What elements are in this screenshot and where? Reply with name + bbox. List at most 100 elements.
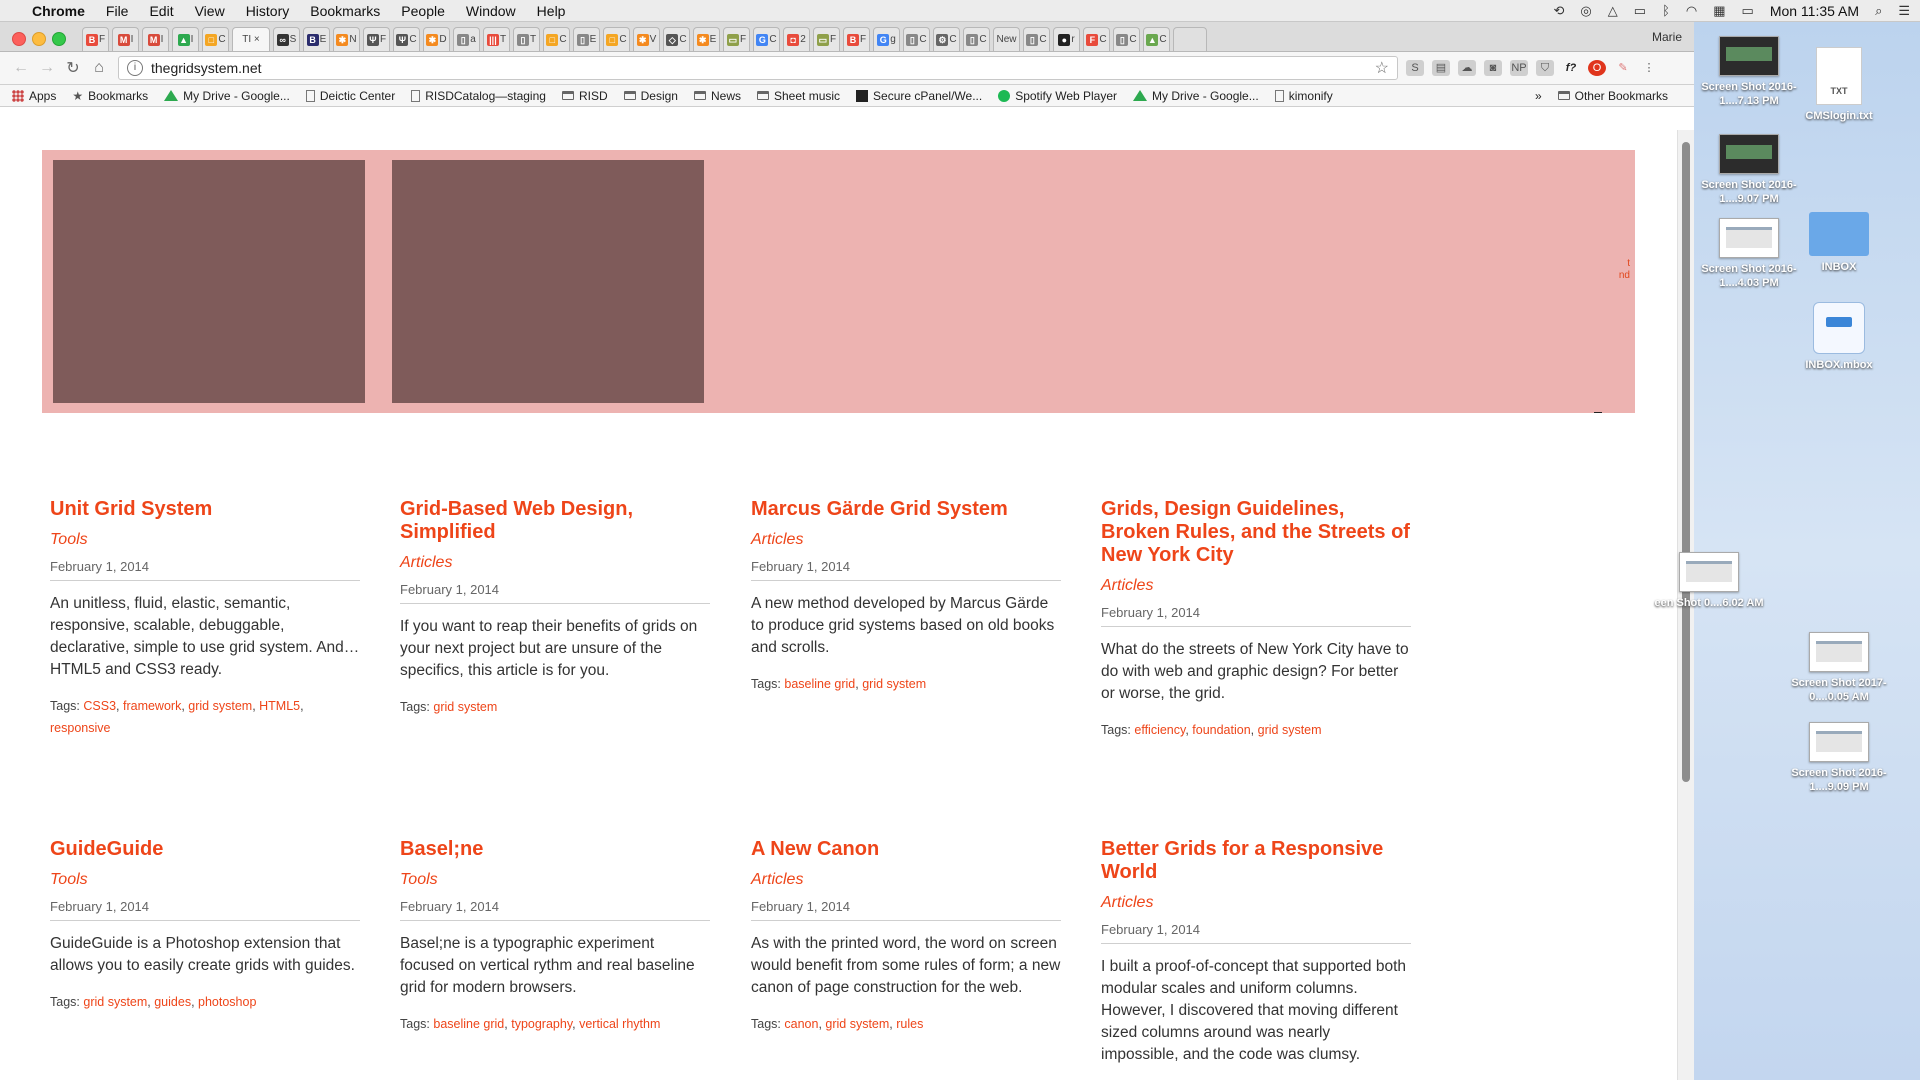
- bookmark-item[interactable]: My Drive - Google...: [1133, 89, 1259, 103]
- google-drive-icon[interactable]: △: [1608, 3, 1618, 19]
- browser-tab[interactable]: ✱ V: [633, 27, 660, 51]
- article-category-link[interactable]: Tools: [50, 531, 360, 549]
- airplay-icon[interactable]: ▭: [1634, 3, 1646, 19]
- menu-bookmarks[interactable]: Bookmarks: [310, 3, 380, 19]
- browser-tab[interactable]: ▯ C: [903, 27, 930, 51]
- browser-tab[interactable]: BE: [303, 27, 330, 51]
- tag-link[interactable]: grid system: [1258, 723, 1322, 737]
- browser-tab[interactable]: BF: [843, 27, 870, 51]
- extension-skype-icon[interactable]: S: [1406, 60, 1424, 76]
- extension-whatfont-icon[interactable]: f?: [1562, 60, 1580, 76]
- tag-link[interactable]: typography: [511, 1017, 572, 1031]
- article-title-link[interactable]: Basel;ne: [400, 838, 710, 861]
- tag-link[interactable]: vertical rhythm: [579, 1017, 660, 1031]
- menu-people[interactable]: People: [401, 3, 445, 19]
- browser-tab[interactable]: ▯ C: [1113, 27, 1140, 51]
- browser-tab[interactable]: ◇ C: [663, 27, 690, 51]
- bookmark-item[interactable]: Design: [623, 89, 678, 103]
- article-category-link[interactable]: Articles: [1101, 894, 1411, 912]
- browser-tab[interactable]: □ C: [603, 27, 630, 51]
- browser-tab[interactable]: ▯ T: [513, 27, 540, 51]
- browser-tab[interactable]: ⚙ C: [933, 27, 960, 51]
- menu-history[interactable]: History: [246, 3, 290, 19]
- browser-tab[interactable]: ▲ C: [1143, 27, 1170, 51]
- scrollbar-thumb[interactable]: [1682, 142, 1690, 782]
- tag-link[interactable]: rules: [896, 1017, 923, 1031]
- browser-tab[interactable]: ◘ 2: [783, 27, 810, 51]
- browser-tab[interactable]: □ C: [543, 27, 570, 51]
- browser-tab[interactable]: ✱ E: [693, 27, 720, 51]
- browser-tab[interactable]: New: [993, 27, 1020, 51]
- tag-link[interactable]: guides: [154, 995, 191, 1009]
- browser-tab[interactable]: ∞ S: [273, 27, 300, 51]
- browser-tab[interactable]: Gg: [873, 27, 900, 51]
- browser-tab[interactable]: BF: [82, 27, 109, 51]
- battery-icon[interactable]: ▭: [1742, 3, 1754, 19]
- time-machine-icon[interactable]: ⟲: [1554, 3, 1565, 19]
- tag-link[interactable]: framework: [123, 699, 181, 713]
- spotlight-search-icon[interactable]: ⌕: [1875, 3, 1882, 19]
- desktop-file-icon[interactable]: Screen Shot 2016-1....9.09 PM: [1784, 722, 1894, 794]
- browser-tab[interactable]: MI: [112, 27, 139, 51]
- menu-view[interactable]: View: [195, 3, 225, 19]
- article-category-link[interactable]: Articles: [751, 871, 1061, 889]
- extension-opera-icon[interactable]: O: [1588, 60, 1606, 76]
- window-zoom-button[interactable]: [52, 32, 66, 46]
- article-category-link[interactable]: Articles: [400, 554, 710, 572]
- browser-tab[interactable]: ▭ F: [813, 27, 840, 51]
- article-category-link[interactable]: Articles: [751, 531, 1061, 549]
- address-bar-url[interactable]: thegridsystem.net: [151, 60, 262, 76]
- tag-link[interactable]: baseline grid: [784, 677, 855, 691]
- desktop-file-icon[interactable]: Screen Shot 2016-1....9.07 PM: [1694, 134, 1804, 206]
- tag-link[interactable]: foundation: [1192, 723, 1250, 737]
- bookmark-item[interactable]: RISDCatalog—staging: [411, 89, 546, 103]
- browser-tab[interactable]: GC: [753, 27, 780, 51]
- extension-camera-icon[interactable]: ◙: [1484, 60, 1502, 76]
- desktop-file-icon[interactable]: TXT CMSlogin.txt: [1784, 47, 1894, 123]
- article-category-link[interactable]: Tools: [400, 871, 710, 889]
- wifi-icon[interactable]: ◠: [1686, 3, 1697, 19]
- browser-tab[interactable]: ΨC: [393, 27, 420, 51]
- tag-link[interactable]: grid system: [83, 995, 147, 1009]
- browser-tab[interactable]: ΨF: [363, 27, 390, 51]
- article-title-link[interactable]: Better Grids for a Responsive World: [1101, 838, 1411, 884]
- bookmark-item[interactable]: News: [693, 89, 741, 103]
- window-minimize-button[interactable]: [32, 32, 46, 46]
- window-close-button[interactable]: [12, 32, 26, 46]
- article-title-link[interactable]: GuideGuide: [50, 838, 360, 861]
- bookmark-star-icon[interactable]: ☆: [1375, 58, 1389, 78]
- article-title-link[interactable]: A New Canon: [751, 838, 1061, 861]
- profile-button[interactable]: Marie: [1652, 30, 1682, 44]
- tag-link[interactable]: grid system: [433, 700, 497, 714]
- forward-arrow-icon[interactable]: →: [34, 59, 60, 77]
- desktop-file-icon[interactable]: INBOX: [1784, 212, 1894, 274]
- bookmarks-overflow-icon[interactable]: »: [1535, 89, 1542, 103]
- browser-tab[interactable]: ||| T: [483, 27, 510, 51]
- article-category-link[interactable]: Articles: [1101, 577, 1411, 595]
- tag-link[interactable]: grid system: [188, 699, 252, 713]
- tag-link[interactable]: baseline grid: [433, 1017, 504, 1031]
- browser-tab[interactable]: ▯ C: [963, 27, 990, 51]
- browser-tab[interactable]: ● r: [1053, 27, 1080, 51]
- flag-icon[interactable]: ▦: [1713, 3, 1725, 19]
- creative-cloud-icon[interactable]: ◎: [1580, 3, 1591, 19]
- bookmark-item[interactable]: Deictic Center: [305, 89, 395, 103]
- bookmark-item[interactable]: My Drive - Google...: [164, 89, 290, 103]
- bluetooth-icon[interactable]: ᛒ: [1662, 3, 1670, 18]
- back-arrow-icon[interactable]: ←: [8, 59, 34, 77]
- bookmark-item[interactable]: RISD: [561, 89, 608, 103]
- browser-tab[interactable]: ▲ I: [172, 27, 199, 51]
- menu-edit[interactable]: Edit: [149, 3, 173, 19]
- bookmark-item[interactable]: Secure cPanel/We...: [856, 89, 982, 103]
- menubar-clock[interactable]: Mon 11:35 AM: [1770, 3, 1859, 19]
- extension-tablet-icon[interactable]: ▤: [1432, 60, 1450, 76]
- browser-tab[interactable]: ▯ E: [573, 27, 600, 51]
- new-tab-button[interactable]: [1173, 27, 1207, 51]
- browser-tab[interactable]: ▯ C: [1023, 27, 1050, 51]
- extension-pen-icon[interactable]: ✎: [1614, 60, 1632, 76]
- home-icon[interactable]: ⌂: [86, 59, 112, 77]
- article-title-link[interactable]: Marcus Gärde Grid System: [751, 498, 1061, 521]
- tag-link[interactable]: photoshop: [198, 995, 256, 1009]
- chrome-menu-icon[interactable]: ⋮: [1640, 60, 1658, 76]
- menu-window[interactable]: Window: [466, 3, 516, 19]
